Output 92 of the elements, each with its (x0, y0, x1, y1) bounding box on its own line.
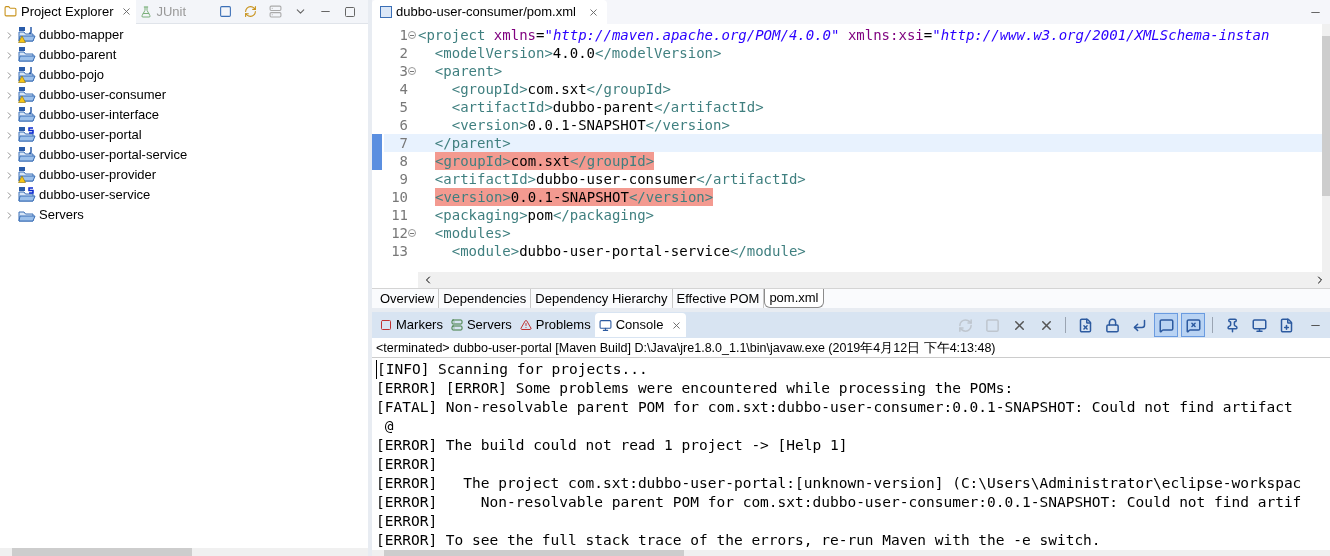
clear-icon (1077, 317, 1093, 333)
tree-item[interactable]: dubbo-user-interface (0, 105, 368, 125)
editor-page-tab[interactable]: Dependencies (439, 289, 532, 308)
project-name: dubbo-parent (39, 46, 117, 65)
editor-tab[interactable]: dubbo-user-consumer/pom.xml (372, 0, 607, 24)
tree-item[interactable]: dubbo-user-portal (0, 125, 368, 145)
line-number: 10 (391, 188, 408, 206)
folder-icon (4, 5, 17, 18)
code-line: <modules> (433, 224, 511, 242)
horizontal-scrollbar[interactable] (372, 550, 1330, 556)
editor-page-tab[interactable]: pom.xml (764, 289, 824, 308)
console-line: [ERROR] [ERROR] Some problems were encountered while processing the POMs: (376, 379, 1014, 398)
tree-item[interactable]: Servers (0, 205, 368, 225)
close-icon[interactable] (587, 6, 599, 18)
project-name: dubbo-user-consumer (39, 86, 167, 105)
tree-item[interactable]: dubbo-pojo (0, 65, 368, 85)
new-console-icon (1278, 317, 1294, 333)
view-tab[interactable]: Markers (376, 313, 447, 337)
line-number: 8 (399, 152, 408, 170)
line-number: 2 (399, 44, 408, 62)
flask-icon (140, 5, 153, 18)
message-icon (1158, 317, 1174, 333)
tree-item[interactable]: dubbo-user-service (0, 185, 368, 205)
code-line: <packaging>pom</packaging> (433, 206, 655, 224)
console-line: [ERROR] The build could not read 1 project -> [Help 1] (376, 436, 848, 455)
project-name: Servers (39, 206, 84, 225)
line-number: 7 (399, 134, 408, 152)
message-button[interactable] (1154, 313, 1178, 337)
refresh-icon (957, 317, 973, 333)
project-name: dubbo-user-portal (39, 126, 142, 145)
console-line: [ERROR] (376, 512, 438, 531)
marker-icon (380, 319, 392, 331)
project-name: dubbo-user-service (39, 186, 151, 205)
line-number: 12 (391, 224, 408, 242)
maximize-icon[interactable] (344, 5, 356, 18)
console-line: [INFO] Scanning for projects... (376, 360, 648, 379)
console-line: [ERROR] The project com.sxt:dubbo-user-portal:[unknown-version] (C:\Users\Administrator\eclipse-workspac (376, 474, 1302, 493)
line-number: 9 (399, 170, 408, 188)
view-tab[interactable]: Servers (446, 313, 516, 337)
project-name: dubbo-user-provider (39, 166, 157, 185)
code-line: <modelVersion>4.0.0</modelVersion> (433, 44, 722, 62)
line-number: 4 (399, 80, 408, 98)
tree-item[interactable]: dubbo-user-provider (0, 165, 368, 185)
view-tab[interactable]: Console (594, 313, 687, 337)
close-icon[interactable] (671, 319, 683, 331)
tree-item[interactable]: dubbo-user-portal-service (0, 145, 368, 165)
horizontal-scrollbar[interactable] (418, 272, 1330, 288)
editor-page-tab[interactable]: Dependency Hierarchy (531, 289, 673, 308)
line-number: 6 (399, 116, 408, 134)
monitor-icon (598, 318, 612, 332)
lock-icon (1104, 317, 1120, 333)
tree-item[interactable]: dubbo-user-consumer (0, 85, 368, 105)
console-line: @ (383, 417, 394, 436)
tree-item[interactable]: dubbo-mapper (0, 25, 368, 45)
editor-page-tab[interactable]: Overview (376, 289, 440, 308)
console-line: [ERROR] Non-resolvable parent POM for com.sxt:dubbo-user-consumer:0.0.1-SNAPSHOT: Could not find artif (376, 493, 1302, 512)
view-tab[interactable]: Project Explorer (0, 0, 137, 24)
code-line: <version>0.0.1-SNAPSHOT</version> (450, 116, 730, 134)
stop-icon (984, 317, 1000, 333)
line-number: 5 (399, 98, 408, 116)
code-line: </parent> (433, 134, 511, 152)
project-name: dubbo-user-portal-service (39, 146, 188, 165)
project-name: dubbo-mapper (39, 26, 124, 45)
console-line: [FATAL] Non-resolvable parent POM for com.sxt:dubbo-user-consumer:0.0.1-SNAPSHOT: Could not find artifact (376, 398, 1293, 417)
code-line: <project xmlns="http://maven.apache.org/POM/4.0.0" xmlns:xsi="http://www.w3.org/2001/XMLSchema-instan (418, 26, 1270, 44)
line-number: 13 (391, 242, 408, 260)
tree-item[interactable]: dubbo-parent (0, 45, 368, 65)
view-tab[interactable]: Problems (515, 313, 595, 337)
message-error-icon (1185, 317, 1201, 333)
console-line: [ERROR] To see the full stack trace of the errors, re-run Maven with the -e switch. (376, 531, 1101, 550)
pin-icon (1224, 317, 1240, 333)
project-name: dubbo-user-interface (39, 106, 159, 125)
code-line: <module>dubbo-user-portal-service</module> (450, 242, 806, 260)
code-line: <artifactId>dubbo-parent</artifactId> (450, 98, 764, 116)
server-icon (450, 319, 463, 331)
project-name: dubbo-pojo (39, 66, 105, 85)
close-icon[interactable] (121, 6, 133, 17)
line-number: 3 (399, 62, 408, 80)
wrap-icon (1131, 317, 1147, 333)
vertical-scrollbar[interactable] (1322, 24, 1330, 272)
horizontal-scrollbar[interactable] (0, 548, 368, 556)
line-number: 1 (399, 26, 408, 44)
link-editor-icon[interactable] (244, 5, 257, 18)
code-line: <parent> (433, 62, 503, 80)
code-line: <groupId>com.sxt</groupId> (450, 80, 671, 98)
warning-icon (519, 319, 532, 331)
monitor-icon (1251, 317, 1267, 333)
message-error-button[interactable] (1181, 313, 1205, 337)
console-line: [ERROR] (376, 455, 438, 474)
console-status: <terminated> dubbo-user-portal [Maven Build] D:\Java\jre1.8.0_1.1\bin\javaw.exe (2019年4月12日 下午4:13:48) (372, 338, 1330, 358)
line-number: 11 (391, 206, 408, 224)
code-line: <artifactId>dubbo-user-consumer</artifactId> (433, 170, 806, 188)
